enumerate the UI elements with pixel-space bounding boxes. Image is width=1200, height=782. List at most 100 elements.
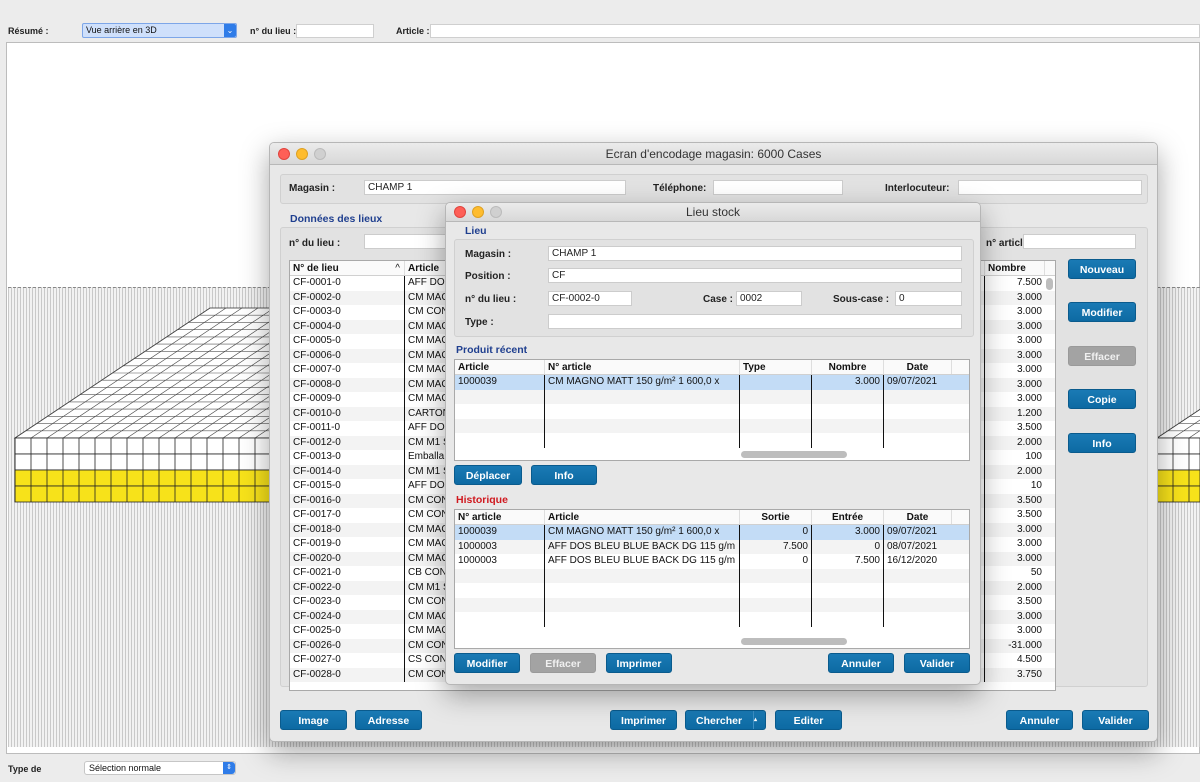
table-row[interactable]: 1000039 CM MAGNO MATT 150 g/m² 1 600,0 x 3…	[455, 375, 969, 390]
lieu-dialog-titlebar[interactable]: Lieu stock	[446, 203, 980, 222]
col-lieu[interactable]: N° de lieu ^	[290, 261, 405, 275]
cell-n_article: 1000003	[455, 554, 545, 569]
chercher-button[interactable]: Chercher ▴	[685, 710, 766, 730]
updown-icon[interactable]: ⇕	[223, 762, 235, 774]
dialog-valider-button[interactable]: Valider	[904, 653, 970, 673]
col-date[interactable]: Date	[884, 510, 952, 524]
magasin-label: Magasin :	[465, 249, 512, 260]
nouveau-button[interactable]: Nouveau	[1068, 259, 1136, 279]
zoom-icon[interactable]	[314, 148, 326, 160]
cell-lieu: CF-0027-0	[290, 653, 405, 668]
selection-type-value: Sélection normale	[89, 763, 162, 773]
magasin-label: Magasin :	[289, 183, 336, 194]
effacer-button[interactable]: Effacer	[1068, 346, 1136, 366]
col-n-article[interactable]: N° article	[545, 360, 740, 374]
cell-n_article	[545, 433, 740, 448]
cell-nombre: 3.000	[1016, 552, 1042, 564]
history-imprimer-button[interactable]: Imprimer	[606, 653, 672, 673]
case-field[interactable]: 0002	[736, 291, 802, 306]
cell-lieu: CF-0013-0	[290, 450, 405, 465]
minimize-icon[interactable]	[296, 148, 308, 160]
type-field[interactable]	[548, 314, 962, 329]
interlocuteur-field[interactable]	[958, 180, 1142, 195]
col-n-article[interactable]: N° article	[455, 510, 545, 524]
cell-article	[545, 597, 740, 612]
cell-n_article	[455, 568, 545, 583]
col-type[interactable]: Type	[740, 360, 812, 374]
rack-row-empty	[14, 437, 273, 455]
minimize-icon[interactable]	[472, 206, 484, 218]
cell-article: AFF DOS BLEU BLUE BACK DG 115 g/m	[545, 539, 740, 554]
main-window-titlebar[interactable]: Ecran d'encodage magasin: 6000 Cases	[270, 143, 1157, 165]
souscase-field[interactable]: 0	[895, 291, 962, 306]
cell-nombre	[812, 433, 884, 448]
image-button[interactable]: Image	[280, 710, 347, 730]
magasin-field[interactable]: CHAMP 1	[548, 246, 962, 261]
cell-lieu: CF-0014-0	[290, 464, 405, 479]
editer-button[interactable]: Editer	[775, 710, 842, 730]
close-icon[interactable]	[454, 206, 466, 218]
modifier-button[interactable]: Modifier	[1068, 302, 1136, 322]
col-nombre[interactable]: Nombre	[812, 360, 884, 374]
col-entree[interactable]: Entrée	[812, 510, 884, 524]
col-nombre[interactable]: Nombre	[985, 261, 1045, 275]
history-modifier-button[interactable]: Modifier	[454, 653, 520, 673]
recent-info-button[interactable]: Info	[531, 465, 597, 485]
info-button[interactable]: Info	[1068, 433, 1136, 453]
history-table-header: N° article Article Sortie Entrée Date	[455, 510, 969, 525]
lieu-number-field[interactable]: CF-0002-0	[548, 291, 632, 306]
cell-n_article	[455, 583, 545, 598]
article-filter-field[interactable]	[1023, 234, 1136, 249]
cell-nombre: 3.000	[1016, 335, 1042, 346]
history-table: N° article Article Sortie Entrée Date 10…	[454, 509, 970, 649]
rack-row-empty	[14, 453, 273, 471]
recent-hscroll[interactable]	[741, 451, 847, 458]
cell-sortie	[740, 583, 812, 598]
rack-row-filled	[1156, 469, 1200, 487]
cell-nombre: 3.000	[1016, 625, 1042, 636]
lieu-panel: Magasin : CHAMP 1 Position : CF n° du li…	[454, 239, 974, 337]
col-article[interactable]: Article	[455, 360, 545, 374]
dialog-annuler-button[interactable]: Annuler	[828, 653, 894, 673]
table-row[interactable]: 1000003 AFF DOS BLEU BLUE BACK DG 115 g/m…	[455, 554, 969, 569]
lieu-dialog-title: Lieu stock	[685, 205, 741, 219]
cell-nombre: 3.750	[1016, 668, 1042, 680]
deplacer-button[interactable]: Déplacer	[454, 465, 522, 485]
cell-lieu: CF-0021-0	[290, 566, 405, 581]
cell-entree: 3.000	[812, 525, 884, 540]
sort-ascending-icon[interactable]: ^	[395, 261, 400, 275]
cell-date	[884, 390, 952, 405]
selection-type-select[interactable]: Sélection normale ⇕	[84, 761, 236, 775]
col-date[interactable]: Date	[884, 360, 952, 374]
telephone-field[interactable]	[713, 180, 843, 195]
cell-nombre: 3.000	[1016, 320, 1042, 332]
chercher-menu-icon[interactable]: ▴	[753, 711, 765, 729]
table-row[interactable]: 1000039 CM MAGNO MATT 150 g/m² 1 600,0 x0…	[455, 525, 969, 540]
cell-nombre: 1.200	[1016, 407, 1042, 419]
magasin-field[interactable]: CHAMP 1	[364, 180, 626, 195]
adresse-button[interactable]: Adresse	[355, 710, 422, 730]
position-field[interactable]: CF	[548, 268, 962, 283]
imprimer-button[interactable]: Imprimer	[610, 710, 677, 730]
copie-button[interactable]: Copie	[1068, 389, 1136, 409]
col-article[interactable]: Article	[545, 510, 740, 524]
table-row[interactable]: 1000003 AFF DOS BLEU BLUE BACK DG 115 g/m…	[455, 539, 969, 554]
cell-nombre: 3.000	[1016, 378, 1042, 390]
cell-sortie: 0	[740, 554, 812, 569]
cell-sortie	[740, 597, 812, 612]
close-icon[interactable]	[278, 148, 290, 160]
valider-button[interactable]: Valider	[1082, 710, 1149, 730]
zoom-icon[interactable]	[490, 206, 502, 218]
cell-lieu: CF-0016-0	[290, 493, 405, 508]
lieux-vscroll[interactable]	[1046, 278, 1053, 290]
history-effacer-button[interactable]: Effacer	[530, 653, 596, 673]
table-row	[455, 433, 969, 448]
col-sortie[interactable]: Sortie	[740, 510, 812, 524]
cell-date	[884, 433, 952, 448]
cell-nombre: 4.500	[1016, 654, 1042, 665]
souscase-label: Sous-case :	[833, 294, 890, 305]
telephone-label: Téléphone:	[653, 183, 707, 194]
cell-article: 1000039	[455, 375, 545, 390]
history-hscroll[interactable]	[741, 638, 847, 645]
annuler-button[interactable]: Annuler	[1006, 710, 1073, 730]
